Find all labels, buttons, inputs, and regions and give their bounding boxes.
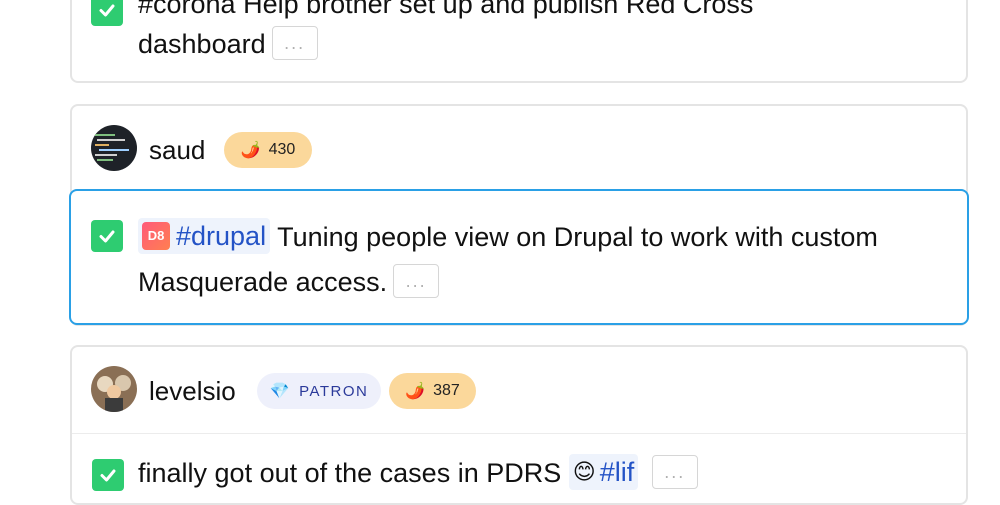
divider (72, 433, 966, 434)
done-check-icon[interactable] (91, 220, 123, 252)
karma-count: 387 (433, 382, 460, 399)
more-button[interactable]: ... (651, 454, 698, 489)
project-tag[interactable]: 😊 #lif (568, 453, 639, 490)
patron-badge: 💎 PATRON (257, 373, 381, 409)
post-text-line2: Masquerade access.... (138, 260, 440, 304)
project-tag[interactable]: D8 #drupal (138, 217, 271, 254)
chili-pepper-icon: 🌶️ (240, 142, 261, 159)
post-card: #corona Help brother set up and publish … (70, 0, 968, 83)
karma-badge: 🌶️ 430 (224, 132, 312, 168)
post-text-line1: finally got out of the cases in PDRS 😊 #… (138, 451, 698, 495)
more-button[interactable]: ... (393, 263, 440, 298)
emoji-icon: 😊 (572, 458, 596, 484)
diamond-icon: 💎 (269, 383, 292, 400)
post-text: Tuning people view on Drupal to work wit… (277, 222, 878, 252)
chili-pepper-icon: 🌶️ (405, 383, 426, 400)
patron-label: PATRON (299, 382, 369, 400)
post-text: Masquerade access. (138, 267, 388, 297)
done-check-icon (92, 459, 124, 491)
more-button[interactable]: ... (271, 25, 318, 60)
username[interactable]: levelsio (149, 376, 236, 407)
karma-badge: 🌶️ 387 (389, 373, 476, 409)
drupal-icon: D8 (142, 221, 170, 250)
avatar[interactable] (91, 366, 137, 412)
avatar[interactable] (91, 125, 137, 171)
post-text-line1: D8 #drupal Tuning people view on Drupal … (138, 215, 878, 259)
post-text: finally got out of the cases in PDRS (138, 458, 562, 488)
tag-label: #lif (599, 456, 635, 487)
post-card: levelsio 💎 PATRON 🌶️ 387 finally got out… (70, 345, 968, 505)
username[interactable]: saud (149, 135, 205, 166)
done-check-icon (91, 0, 123, 26)
post-text: dashboard (138, 29, 266, 59)
tag-label: #drupal (176, 220, 267, 251)
post-text-line2: dashboard... (138, 22, 318, 66)
karma-count: 430 (268, 141, 296, 158)
task-item-selected[interactable]: D8 #drupal Tuning people view on Drupal … (69, 189, 969, 325)
